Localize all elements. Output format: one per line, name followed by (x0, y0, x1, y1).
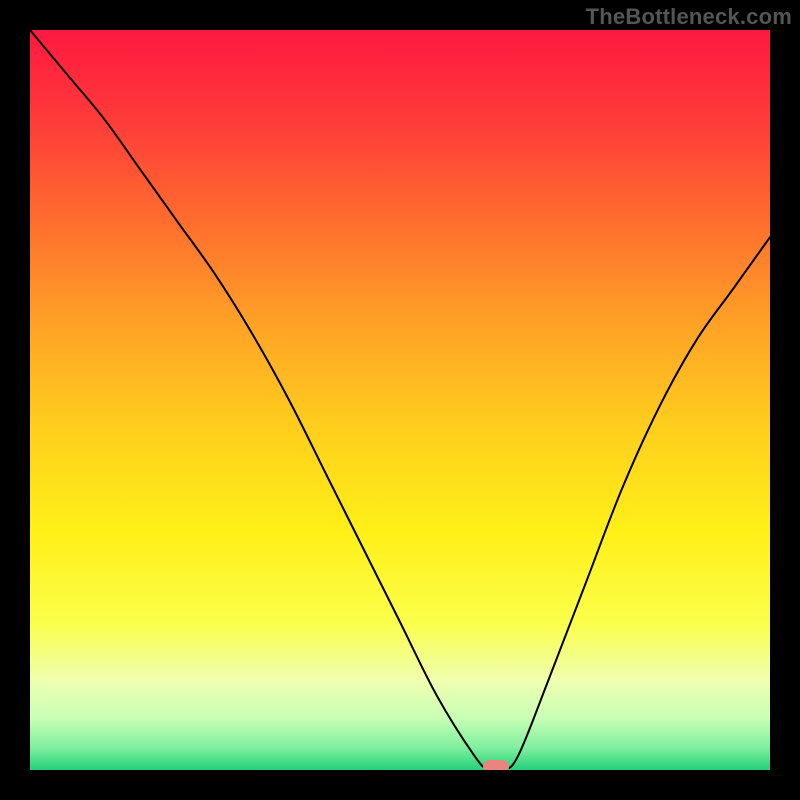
optimal-marker (483, 760, 509, 770)
plot-area (30, 30, 770, 770)
chart-frame: TheBottleneck.com (0, 0, 800, 800)
watermark-text: TheBottleneck.com (586, 4, 792, 30)
bottleneck-curve (30, 30, 770, 770)
